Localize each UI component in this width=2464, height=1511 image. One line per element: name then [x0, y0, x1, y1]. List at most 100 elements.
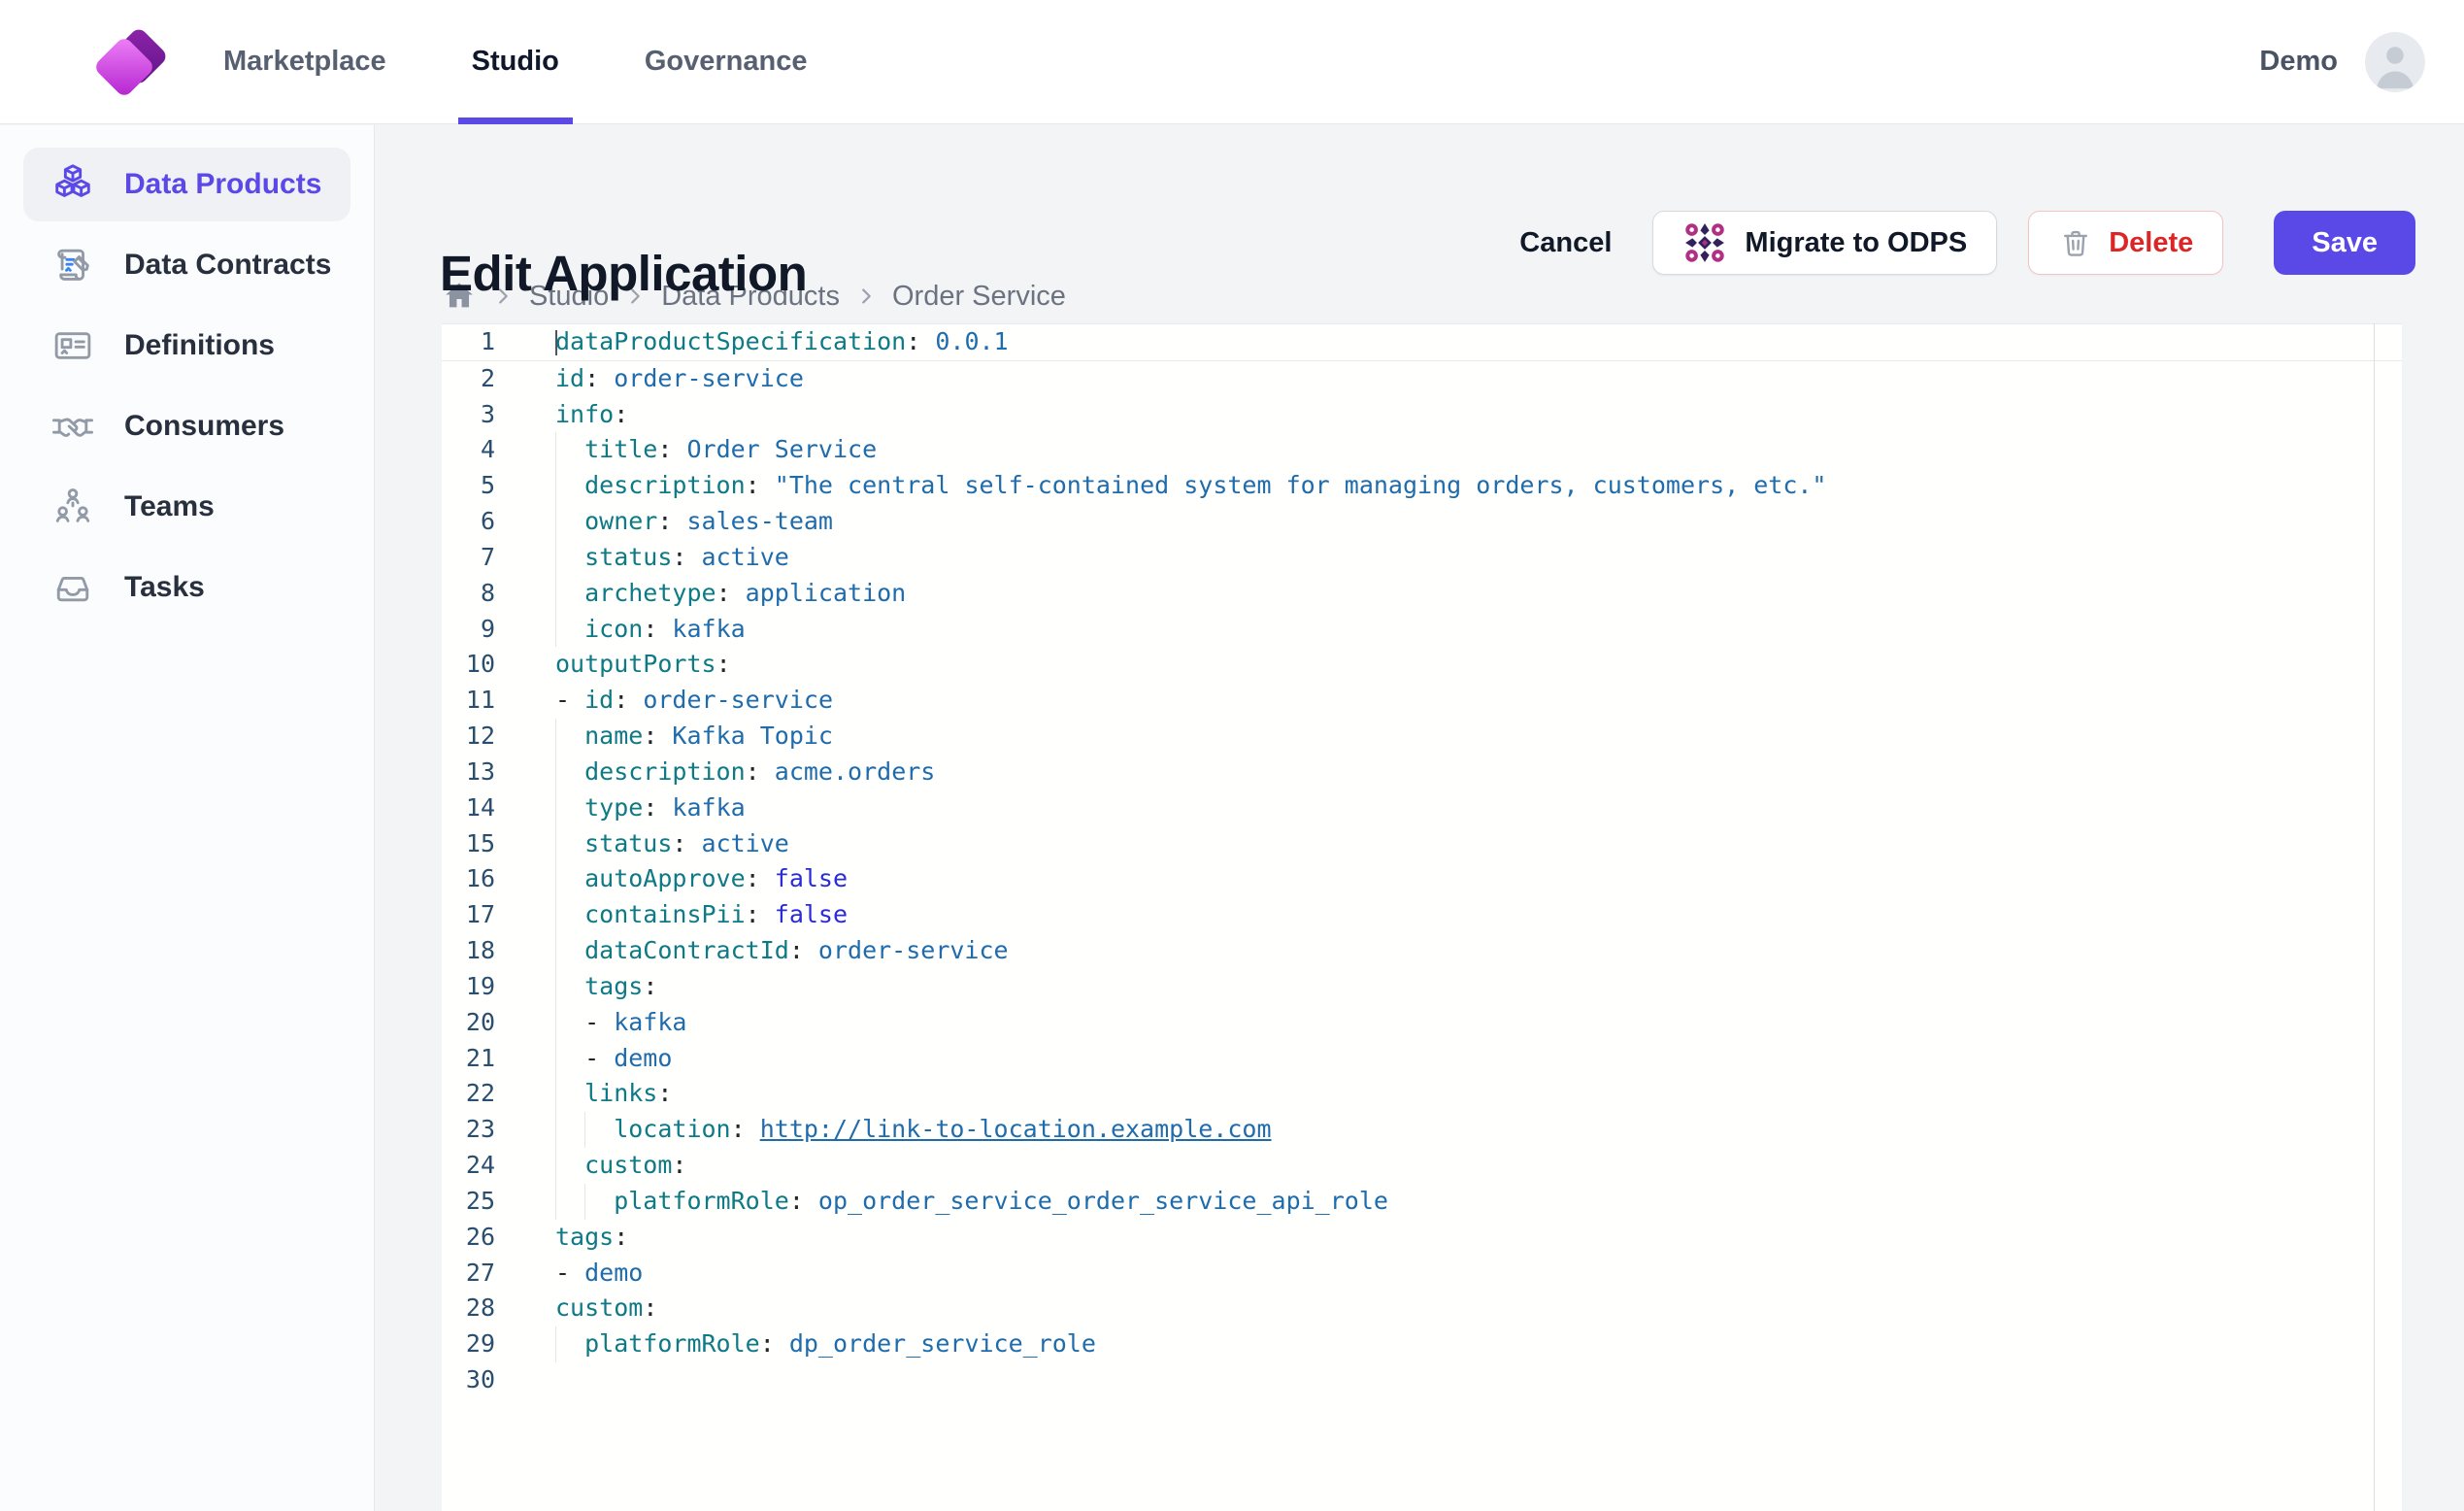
nav-item-marketplace[interactable]: Marketplace — [223, 0, 386, 124]
line-number: 19 — [442, 969, 495, 1005]
indent-guide — [555, 1184, 584, 1220]
migrate-to-odps-button[interactable]: Migrate to ODPS — [1652, 211, 1997, 275]
code-line: 11- id: order-service — [442, 683, 2402, 719]
indent-guide — [584, 1184, 614, 1220]
indent-guide — [555, 861, 584, 897]
sidebar-item-label: Consumers — [124, 410, 284, 443]
line-number: 25 — [442, 1184, 495, 1220]
nav-item-governance[interactable]: Governance — [645, 0, 808, 124]
indent-guide — [555, 826, 584, 862]
line-number: 7 — [442, 540, 495, 576]
sidebar-item-definitions[interactable]: Definitions — [23, 309, 350, 383]
indent-guide — [555, 612, 584, 648]
indent-guide — [555, 432, 584, 468]
definition-card-icon — [50, 323, 95, 368]
sidebar-item-consumers[interactable]: Consumers — [23, 389, 350, 463]
line-number: 11 — [442, 683, 495, 719]
indent-guide — [555, 540, 584, 576]
app-logo-icon[interactable] — [83, 16, 177, 109]
sidebar-item-label: Teams — [124, 490, 215, 523]
indent-guide — [555, 719, 584, 755]
indent-guide — [555, 969, 584, 1005]
code-line: 8archetype: application — [442, 576, 2402, 612]
code-line: 10outputPorts: — [442, 647, 2402, 683]
line-number: 4 — [442, 432, 495, 468]
code-line: 6owner: sales-team — [442, 504, 2402, 540]
code-line: 7status: active — [442, 540, 2402, 576]
line-number: 9 — [442, 612, 495, 648]
nav-item-studio[interactable]: Studio — [472, 0, 559, 124]
line-number: 26 — [442, 1220, 495, 1256]
line-number: 2 — [442, 361, 495, 397]
code-line: 20- kafka — [442, 1005, 2402, 1041]
sidebar-item-label: Tasks — [124, 571, 205, 604]
breadcrumb-order-service[interactable]: Order Service — [892, 281, 1066, 313]
delete-button[interactable]: Delete — [2028, 211, 2223, 275]
line-number: 12 — [442, 719, 495, 755]
code-line: 19tags: — [442, 969, 2402, 1005]
line-number: 18 — [442, 933, 495, 969]
indent-guide — [555, 755, 584, 790]
line-number: 24 — [442, 1148, 495, 1184]
code-line: 2id: order-service — [442, 361, 2402, 397]
code-line: 29platformRole: dp_order_service_role — [442, 1326, 2402, 1362]
handshake-icon — [50, 404, 95, 449]
code-line: 27- demo — [442, 1256, 2402, 1292]
inbox-icon — [50, 565, 95, 610]
code-line: 26tags: — [442, 1220, 2402, 1256]
page-title: Edit Application — [440, 245, 807, 302]
sidebar-item-label: Data Contracts — [124, 249, 331, 282]
code-line: 3info: — [442, 397, 2402, 433]
code-line: 9icon: kafka — [442, 612, 2402, 648]
primary-nav: Marketplace Studio Governance — [223, 0, 808, 124]
sidebar-item-data-contracts[interactable]: Data Contracts — [23, 228, 350, 302]
line-number: 29 — [442, 1326, 495, 1362]
cancel-button[interactable]: Cancel — [1519, 211, 1612, 275]
main-content: Studio Data Products Order Service Edit … — [375, 125, 2464, 1511]
line-number: 15 — [442, 826, 495, 862]
user-name[interactable]: Demo — [2259, 46, 2338, 78]
code-line: 5description: "The central self-containe… — [442, 468, 2402, 504]
code-line: 23location: http://link-to-location.exam… — [442, 1112, 2402, 1148]
indent-guide — [555, 1148, 584, 1184]
save-button[interactable]: Save — [2274, 211, 2415, 275]
indent-guide — [555, 790, 584, 826]
code-line: 24custom: — [442, 1148, 2402, 1184]
line-number: 20 — [442, 1005, 495, 1041]
line-number: 10 — [442, 647, 495, 683]
line-number: 27 — [442, 1256, 495, 1292]
indent-guide — [555, 1112, 584, 1148]
trash-icon — [2058, 225, 2093, 260]
indent-guide — [555, 576, 584, 612]
indent-guide — [555, 1005, 584, 1041]
indent-guide — [555, 1076, 584, 1112]
indent-guide — [555, 468, 584, 504]
line-number: 23 — [442, 1112, 495, 1148]
cubes-icon — [50, 162, 95, 207]
indent-guide — [555, 1041, 584, 1077]
odps-logo-icon — [1682, 220, 1727, 265]
sidebar-item-label: Data Products — [124, 168, 321, 201]
indent-guide — [555, 897, 584, 933]
line-number: 16 — [442, 861, 495, 897]
sidebar-item-data-products[interactable]: Data Products — [23, 148, 350, 221]
indent-guide — [584, 1112, 614, 1148]
avatar[interactable] — [2365, 32, 2425, 92]
line-number: 14 — [442, 790, 495, 826]
code-line: 13description: acme.orders — [442, 755, 2402, 790]
line-number: 5 — [442, 468, 495, 504]
code-line: 25platformRole: op_order_service_order_s… — [442, 1184, 2402, 1220]
yaml-editor[interactable]: 1dataProductSpecification: 0.0.12id: ord… — [442, 323, 2402, 1511]
indent-guide — [555, 933, 584, 969]
line-number: 6 — [442, 504, 495, 540]
team-icon — [50, 485, 95, 529]
sidebar-item-teams[interactable]: Teams — [23, 470, 350, 544]
sidebar-item-tasks[interactable]: Tasks — [23, 551, 350, 624]
line-number: 22 — [442, 1076, 495, 1112]
line-number: 8 — [442, 576, 495, 612]
sidebar: Data Products Data Contracts Definitions — [0, 125, 375, 1511]
location-link[interactable]: http://link-to-location.example.com — [760, 1115, 1272, 1143]
code-line: 17containsPii: false — [442, 897, 2402, 933]
sidebar-item-label: Definitions — [124, 329, 275, 362]
indent-guide — [555, 1326, 584, 1362]
